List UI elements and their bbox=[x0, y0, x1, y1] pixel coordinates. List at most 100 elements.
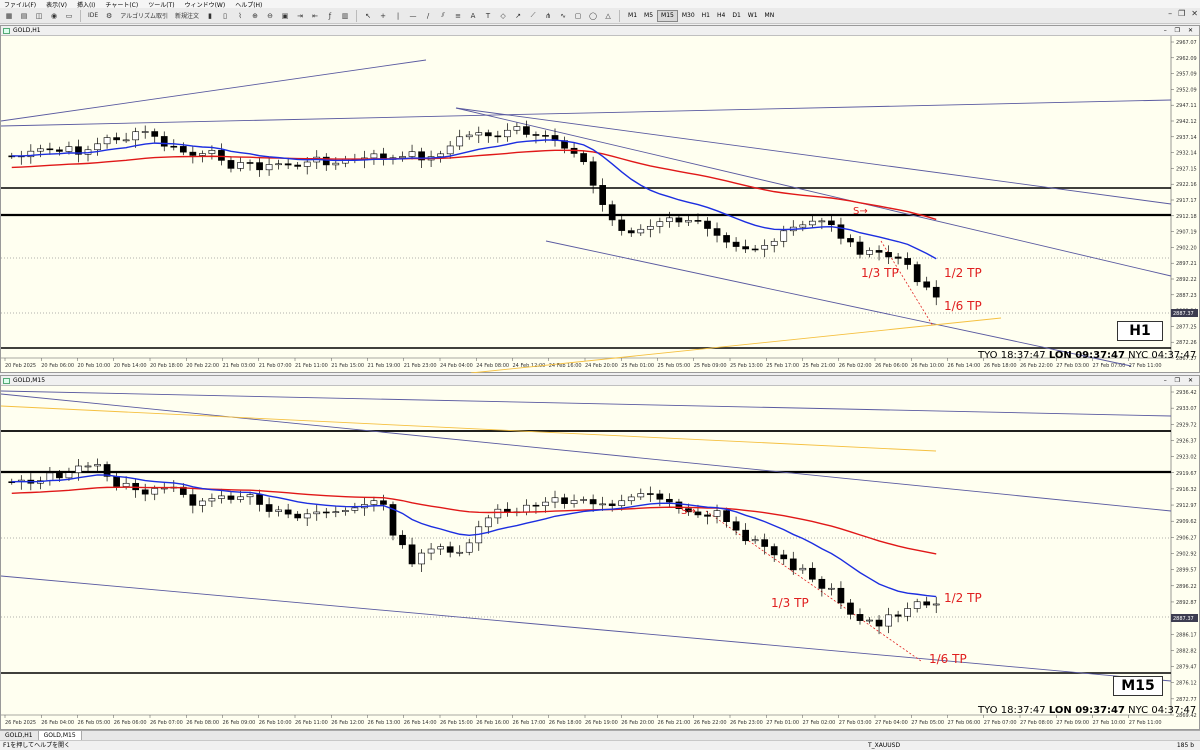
time-tick-label: 26 Feb 05:00 bbox=[78, 720, 111, 726]
time-tick-label: 21 Feb 11:00 bbox=[295, 363, 328, 369]
timeframe-m1[interactable]: M1 bbox=[625, 10, 640, 22]
candle-body bbox=[894, 614, 902, 617]
restore-icon[interactable]: ❐ bbox=[1178, 9, 1185, 18]
time-tick-label: 27 Feb 07:00 bbox=[984, 720, 1017, 726]
timeframe-mn[interactable]: MN bbox=[762, 10, 778, 22]
text-icon[interactable]: A bbox=[467, 10, 479, 22]
chart-title: GOLD,H1 bbox=[13, 27, 41, 34]
candle-body bbox=[637, 493, 645, 498]
strategy-tester-icon[interactable]: ⚙ bbox=[103, 10, 115, 22]
line-chart-icon[interactable]: ⌇ bbox=[234, 10, 246, 22]
candle-body bbox=[656, 493, 664, 500]
indicators-icon[interactable]: ƒ bbox=[324, 10, 336, 22]
tile-icon[interactable]: ▣ bbox=[279, 10, 291, 22]
candle-body bbox=[780, 554, 788, 560]
chart-window-m15[interactable]: GOLD,M15 – ❐ ✕ 2936.42 2933.07 2929.72 2926… bbox=[0, 375, 1200, 730]
candle-body bbox=[523, 504, 530, 513]
timeframe-h1[interactable]: H1 bbox=[699, 10, 713, 22]
new-chart-icon[interactable]: ▦ bbox=[3, 10, 15, 22]
candle-body bbox=[303, 513, 311, 519]
time-tick-label: 20 Feb 14:00 bbox=[114, 363, 147, 369]
time-tick-label: 27 Feb 03:00 bbox=[1056, 363, 1089, 369]
cycle-icon[interactable]: ∿ bbox=[557, 10, 569, 22]
navigator-icon[interactable]: ◉ bbox=[48, 10, 60, 22]
autoscroll-icon[interactable]: ⇥ bbox=[294, 10, 306, 22]
profiles-icon[interactable]: ▤ bbox=[18, 10, 30, 22]
candle-body bbox=[837, 224, 845, 239]
candle-body bbox=[332, 511, 340, 513]
price-tick-label: 2896.22 bbox=[1176, 584, 1197, 590]
candle-body bbox=[332, 162, 340, 166]
algo-trading-button[interactable]: アルゴリズム取引 bbox=[118, 10, 170, 22]
price-tick-label: 2929.72 bbox=[1176, 422, 1197, 428]
shapes-icon[interactable]: ◇ bbox=[497, 10, 509, 22]
cursor-icon[interactable]: ↖ bbox=[362, 10, 374, 22]
timeframe-d1[interactable]: D1 bbox=[729, 10, 743, 22]
candle-body bbox=[723, 235, 730, 243]
time-tick-label: 26 Feb 12:00 bbox=[331, 720, 364, 726]
chart-window-buttons[interactable]: – ❐ ✕ bbox=[1164, 376, 1196, 386]
clock-nyc: NYC 04:37:47 bbox=[1128, 705, 1197, 716]
time-tick-label: 26 Feb 20:00 bbox=[621, 720, 654, 726]
zoom-in-icon[interactable]: ⊕ bbox=[249, 10, 261, 22]
ellipse-icon[interactable]: ◯ bbox=[587, 10, 599, 22]
candle-body bbox=[904, 258, 911, 265]
chart-tabs: GOLD,H1 GOLD,M15 bbox=[0, 730, 1200, 740]
hline-icon[interactable]: — bbox=[407, 10, 419, 22]
toolbar-separator bbox=[356, 9, 358, 22]
chart-shift-icon[interactable]: ⇤ bbox=[309, 10, 321, 22]
arrow-icon[interactable]: ↗ bbox=[512, 10, 524, 22]
triangle-icon[interactable]: △ bbox=[602, 10, 614, 22]
chart-window-buttons[interactable]: – ❐ ✕ bbox=[1164, 26, 1196, 36]
zoom-out-icon[interactable]: ⊖ bbox=[264, 10, 276, 22]
terminal-icon[interactable]: ▭ bbox=[63, 10, 75, 22]
fibo-icon[interactable]: ≡ bbox=[452, 10, 464, 22]
candle-body bbox=[847, 238, 854, 243]
gann-icon[interactable]: ⟋ bbox=[527, 10, 539, 22]
time-tick-label: 26 Feb 13:00 bbox=[368, 720, 401, 726]
tab-gold-h1[interactable]: GOLD,H1 bbox=[0, 731, 39, 740]
trendline-icon[interactable]: / bbox=[422, 10, 434, 22]
channel-icon[interactable]: ⫽ bbox=[437, 10, 449, 22]
minimize-icon[interactable]: – bbox=[1168, 9, 1172, 18]
timeframe-m5[interactable]: M5 bbox=[641, 10, 656, 22]
price-tick-label: 2907.19 bbox=[1176, 230, 1197, 236]
timeframe-m15[interactable]: M15 bbox=[657, 9, 678, 22]
templates-icon[interactable]: ▥ bbox=[339, 10, 351, 22]
vline-icon[interactable]: | bbox=[392, 10, 404, 22]
pitchfork-icon[interactable]: ⋔ bbox=[542, 10, 554, 22]
label-icon[interactable]: T bbox=[482, 10, 494, 22]
candle-body bbox=[56, 149, 63, 152]
price-tick-label: 2922.16 bbox=[1176, 182, 1197, 188]
status-traffic: 185 b bbox=[1176, 742, 1194, 749]
timeframe-m30[interactable]: M30 bbox=[679, 10, 698, 22]
rectangle-icon[interactable]: ▢ bbox=[572, 10, 584, 22]
price-tick-label: 2917.17 bbox=[1176, 198, 1197, 204]
ide-button[interactable]: IDE bbox=[86, 10, 100, 22]
bar-chart-icon[interactable]: ▮ bbox=[204, 10, 216, 22]
candles-icon[interactable]: ▯ bbox=[219, 10, 231, 22]
candle-body bbox=[513, 126, 521, 131]
m15-plot[interactable]: 2936.42 2933.07 2929.72 2926.37 2923.02 2919.… bbox=[1, 386, 1199, 730]
market-watch-icon[interactable]: ◫ bbox=[33, 10, 45, 22]
price-tick-label: 2886.17 bbox=[1176, 632, 1197, 638]
timeframe-h4[interactable]: H4 bbox=[714, 10, 728, 22]
crosshair-icon[interactable]: + bbox=[377, 10, 389, 22]
candle-body bbox=[627, 496, 635, 502]
trendline bbox=[1, 393, 1172, 512]
timeframe-w1[interactable]: W1 bbox=[745, 10, 761, 22]
candle-body bbox=[56, 472, 63, 479]
close-icon[interactable]: ✕ bbox=[1191, 9, 1198, 18]
time-tick-label: 27 Feb 11:00 bbox=[1129, 363, 1162, 369]
candle-body bbox=[761, 539, 769, 547]
h1-plot[interactable]: 2967.07 2962.09 2957.09 2952.09 2947.11 2942.… bbox=[1, 36, 1199, 373]
price-tick-label: 2967.07 bbox=[1176, 40, 1197, 46]
trendline bbox=[455, 107, 1172, 277]
price-tick-label: 2927.15 bbox=[1176, 166, 1197, 172]
price-tick-label: 2887.23 bbox=[1176, 293, 1197, 299]
tab-gold-m15[interactable]: GOLD,M15 bbox=[38, 731, 82, 740]
chart-window-h1[interactable]: GOLD,H1 – ❐ ✕ 2967.07 2962.09 2957.09 2952.… bbox=[0, 25, 1200, 373]
candle-body bbox=[446, 145, 454, 155]
new-order-button[interactable]: 新規注文 bbox=[173, 10, 201, 22]
window-controls: – ❐ ✕ bbox=[1168, 9, 1198, 18]
